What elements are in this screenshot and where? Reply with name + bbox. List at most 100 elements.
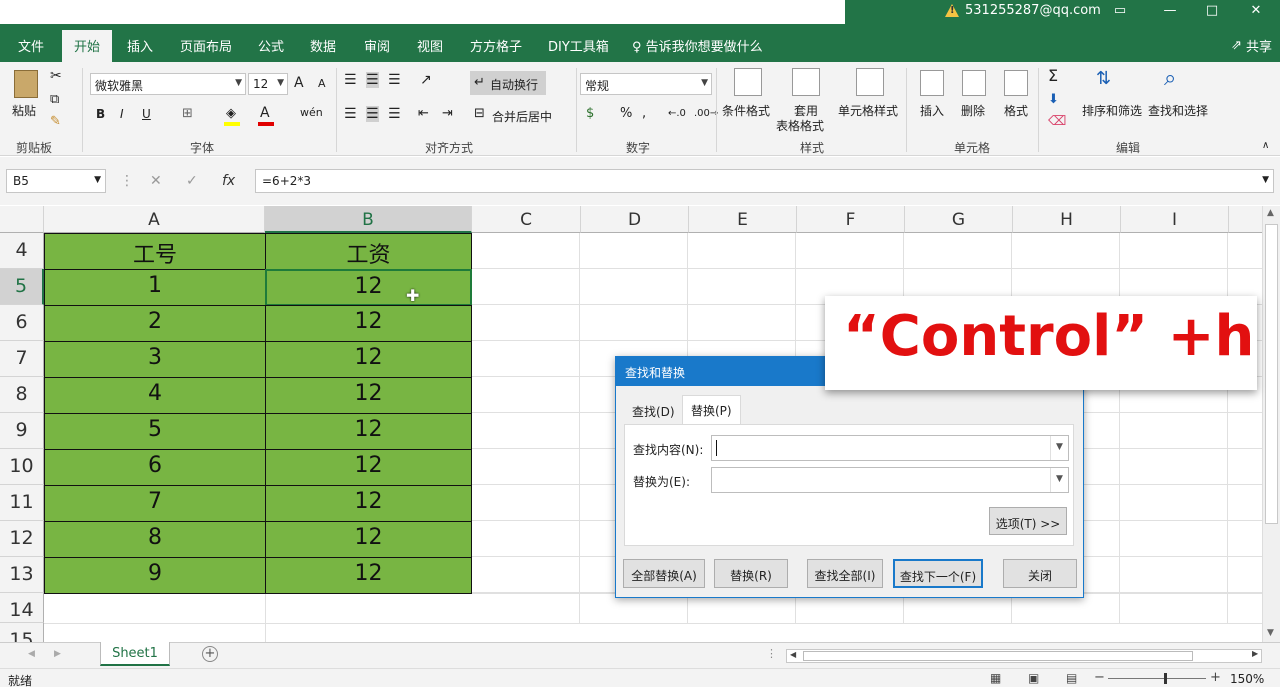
column-header-next[interactable] bbox=[1229, 206, 1262, 233]
scroll-left-icon[interactable]: ◀ bbox=[790, 650, 796, 659]
find-select-label[interactable]: 查找和选择 bbox=[1148, 102, 1208, 119]
copy-icon[interactable]: ⧉ bbox=[50, 92, 59, 107]
replace-all-button[interactable]: 全部替换(A) bbox=[623, 559, 705, 588]
hscroll-thumb[interactable] bbox=[803, 651, 1193, 661]
insert-cells-icon[interactable] bbox=[920, 70, 944, 96]
chevron-down-icon[interactable]: ▼ bbox=[1050, 436, 1068, 460]
format-cells-icon[interactable] bbox=[1004, 70, 1028, 96]
tab-review[interactable]: 审阅 bbox=[364, 36, 390, 55]
decrease-indent-icon[interactable]: ⇤ bbox=[418, 106, 429, 121]
row-header-7[interactable]: 7 bbox=[0, 341, 44, 377]
format-cells-label[interactable]: 格式 bbox=[1004, 102, 1028, 119]
zoom-in-button[interactable]: + bbox=[1210, 670, 1221, 685]
decrease-decimal-icon[interactable]: .00→ bbox=[694, 108, 718, 119]
row-header-10[interactable]: 10 bbox=[0, 449, 44, 485]
column-header-f[interactable]: F bbox=[797, 206, 905, 233]
format-as-table-label-2[interactable]: 表格格式 bbox=[776, 117, 824, 134]
paste-icon[interactable] bbox=[14, 70, 38, 98]
row-header-12[interactable]: 12 bbox=[0, 521, 44, 557]
horizontal-scrollbar[interactable]: ◀ bbox=[786, 649, 1262, 663]
italic-button[interactable]: I bbox=[120, 107, 124, 121]
table-cell[interactable]: 12 bbox=[265, 413, 472, 450]
column-header-i[interactable]: I bbox=[1121, 206, 1229, 233]
account-area[interactable]: 531255287@qq.com bbox=[945, 3, 1101, 18]
tab-find[interactable]: 查找(D) bbox=[624, 397, 683, 424]
add-sheet-icon[interactable]: + bbox=[202, 646, 218, 662]
account-name[interactable]: 531255287@qq.com bbox=[965, 3, 1101, 18]
row-header-9[interactable]: 9 bbox=[0, 413, 44, 449]
format-as-table-icon[interactable] bbox=[792, 68, 820, 96]
table-cell[interactable]: 1 bbox=[44, 269, 266, 306]
find-replace-dialog[interactable]: 查找和替换 查找(D) 替换(P) 查找内容(N): ▼ 替换为(E): ▼ 选… bbox=[615, 356, 1084, 598]
tab-insert[interactable]: 插入 bbox=[127, 36, 153, 55]
close-button[interactable]: 关闭 bbox=[1003, 559, 1077, 588]
tab-view[interactable]: 视图 bbox=[417, 36, 443, 55]
align-top-icon[interactable]: ☰ bbox=[344, 72, 357, 88]
sort-filter-icon[interactable]: ⇅ bbox=[1096, 68, 1111, 89]
font-size-select[interactable]: 12 ▼ bbox=[248, 73, 288, 95]
column-header-b[interactable]: B bbox=[265, 206, 472, 233]
shrink-font-button[interactable]: A bbox=[318, 77, 326, 90]
tab-fangfang[interactable]: 方方格子 bbox=[470, 36, 522, 55]
search-icon[interactable]: ⌕ bbox=[1164, 66, 1176, 91]
table-cell[interactable]: 12 bbox=[265, 485, 472, 522]
table-cell[interactable]: 4 bbox=[44, 377, 266, 414]
increase-decimal-icon[interactable]: ←.0 bbox=[668, 108, 686, 119]
table-cell[interactable]: 6 bbox=[44, 449, 266, 486]
enter-icon[interactable]: ✓ bbox=[186, 173, 198, 189]
merge-center-icon[interactable]: ⊟ bbox=[474, 106, 485, 121]
row-header-5[interactable]: 5 bbox=[0, 269, 44, 305]
zoom-slider-thumb[interactable] bbox=[1164, 673, 1167, 684]
zoom-level[interactable]: 150% bbox=[1230, 672, 1264, 686]
insert-function-icon[interactable]: fx bbox=[222, 173, 235, 189]
bold-button[interactable]: B bbox=[96, 107, 105, 121]
increase-indent-icon[interactable]: ⇥ bbox=[442, 106, 453, 121]
next-sheet-icon[interactable]: ▶ bbox=[54, 649, 61, 659]
table-cell[interactable]: 3 bbox=[44, 341, 266, 378]
row-header-8[interactable]: 8 bbox=[0, 377, 44, 413]
find-next-button[interactable]: 查找下一个(F) bbox=[893, 559, 983, 588]
options-button[interactable]: 选项(T) >> bbox=[989, 507, 1067, 535]
conditional-format-icon[interactable] bbox=[734, 68, 762, 96]
empty-rows-area[interactable] bbox=[44, 593, 1262, 642]
table-header-cell[interactable]: 工资 bbox=[265, 233, 472, 270]
align-center-icon[interactable]: ☰ bbox=[366, 106, 379, 122]
number-format-select[interactable]: 常规 ▼ bbox=[580, 73, 712, 95]
table-cell[interactable]: 9 bbox=[44, 557, 266, 594]
cut-icon[interactable]: ✂ bbox=[50, 68, 62, 84]
row-header-13[interactable]: 13 bbox=[0, 557, 44, 593]
comma-button[interactable]: , bbox=[642, 106, 646, 121]
fill-icon[interactable]: ⬇ bbox=[1048, 92, 1059, 107]
column-header-e[interactable]: E bbox=[689, 206, 797, 233]
align-left-icon[interactable]: ☰ bbox=[344, 106, 357, 122]
table-cell[interactable]: 12 bbox=[265, 305, 472, 342]
scroll-down-icon[interactable]: ▼ bbox=[1267, 628, 1274, 638]
close-window-button[interactable]: ✕ bbox=[1246, 3, 1266, 18]
tab-home[interactable]: 开始 bbox=[62, 30, 113, 62]
autosum-icon[interactable]: Σ bbox=[1048, 66, 1058, 85]
formula-input[interactable]: =6+2*3 ▼ bbox=[255, 169, 1274, 193]
zoom-slider[interactable] bbox=[1108, 678, 1206, 679]
page-break-view-icon[interactable]: ▤ bbox=[1066, 671, 1077, 685]
format-painter-icon[interactable]: ✎ bbox=[50, 114, 61, 129]
replace-with-input[interactable]: ▼ bbox=[711, 467, 1069, 493]
insert-cells-label[interactable]: 插入 bbox=[920, 102, 944, 119]
tell-me-box[interactable]: ♀ 告诉我你想要做什么 bbox=[632, 36, 763, 55]
tab-replace[interactable]: 替换(P) bbox=[682, 395, 741, 425]
tab-data[interactable]: 数据 bbox=[310, 36, 336, 55]
delete-cells-label[interactable]: 删除 bbox=[961, 102, 985, 119]
table-cell[interactable]: 7 bbox=[44, 485, 266, 522]
cell-styles-icon[interactable] bbox=[856, 68, 884, 96]
zoom-out-button[interactable]: − bbox=[1094, 670, 1105, 685]
delete-cells-icon[interactable] bbox=[962, 70, 986, 96]
conditional-format-label[interactable]: 条件格式 bbox=[722, 102, 770, 119]
ribbon-display-icon[interactable]: ▭ bbox=[1110, 3, 1130, 18]
name-box[interactable]: B5 ▼ bbox=[6, 169, 106, 193]
table-cell[interactable]: 12 bbox=[265, 449, 472, 486]
tab-formulas[interactable]: 公式 bbox=[258, 36, 284, 55]
fill-color-icon[interactable]: ◈ bbox=[226, 106, 236, 121]
table-cell[interactable]: 5 bbox=[44, 413, 266, 450]
column-header-h[interactable]: H bbox=[1013, 206, 1121, 233]
orientation-icon[interactable]: ↗ bbox=[420, 72, 432, 88]
currency-icon[interactable]: $ bbox=[586, 106, 594, 121]
